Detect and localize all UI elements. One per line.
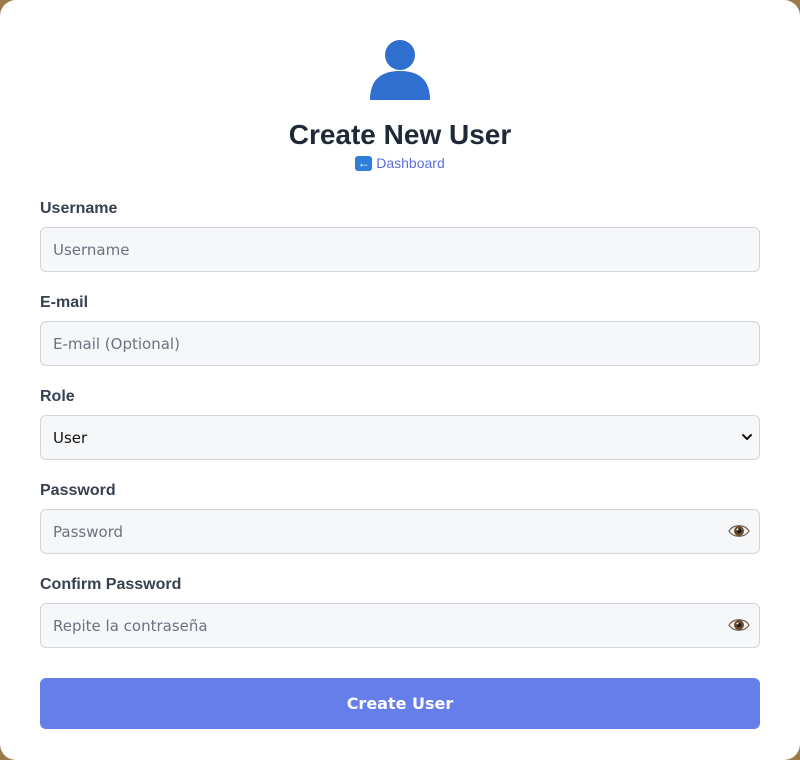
create-user-card: Create New User ← Dashboard Username E-m… <box>0 0 800 760</box>
confirm-password-input[interactable] <box>40 603 760 648</box>
password-label: Password <box>40 482 116 499</box>
email-label: E-mail <box>40 294 89 311</box>
dashboard-link[interactable]: ← Dashboard <box>355 155 445 171</box>
username-label: Username <box>40 200 118 217</box>
chevron-down-icon <box>742 434 752 440</box>
card-header: Create New User ← Dashboard <box>0 0 800 172</box>
create-user-button[interactable]: Create User <box>40 678 760 729</box>
show-password-eye-icon[interactable] <box>728 521 750 541</box>
back-arrow-icon: ← <box>355 155 373 171</box>
confirm-password-label: Confirm Password <box>40 576 182 593</box>
dashboard-link-label: Dashboard <box>376 155 445 171</box>
role-field-group: Role User <box>40 387 760 460</box>
password-input[interactable] <box>40 509 760 554</box>
username-input[interactable] <box>40 227 760 272</box>
page-title: Create New User <box>288 119 512 150</box>
user-avatar-icon <box>370 40 430 100</box>
create-user-form: Username E-mail Role User Passwo <box>40 199 760 729</box>
role-select[interactable]: User <box>40 415 760 460</box>
confirm-password-field-group: Confirm Password <box>40 575 760 648</box>
password-field-group: Password <box>40 481 760 554</box>
role-label: Role <box>40 388 75 405</box>
email-input[interactable] <box>40 321 760 366</box>
email-field-group: E-mail <box>40 293 760 366</box>
show-confirm-password-eye-icon[interactable] <box>728 615 750 635</box>
username-field-group: Username <box>40 199 760 272</box>
